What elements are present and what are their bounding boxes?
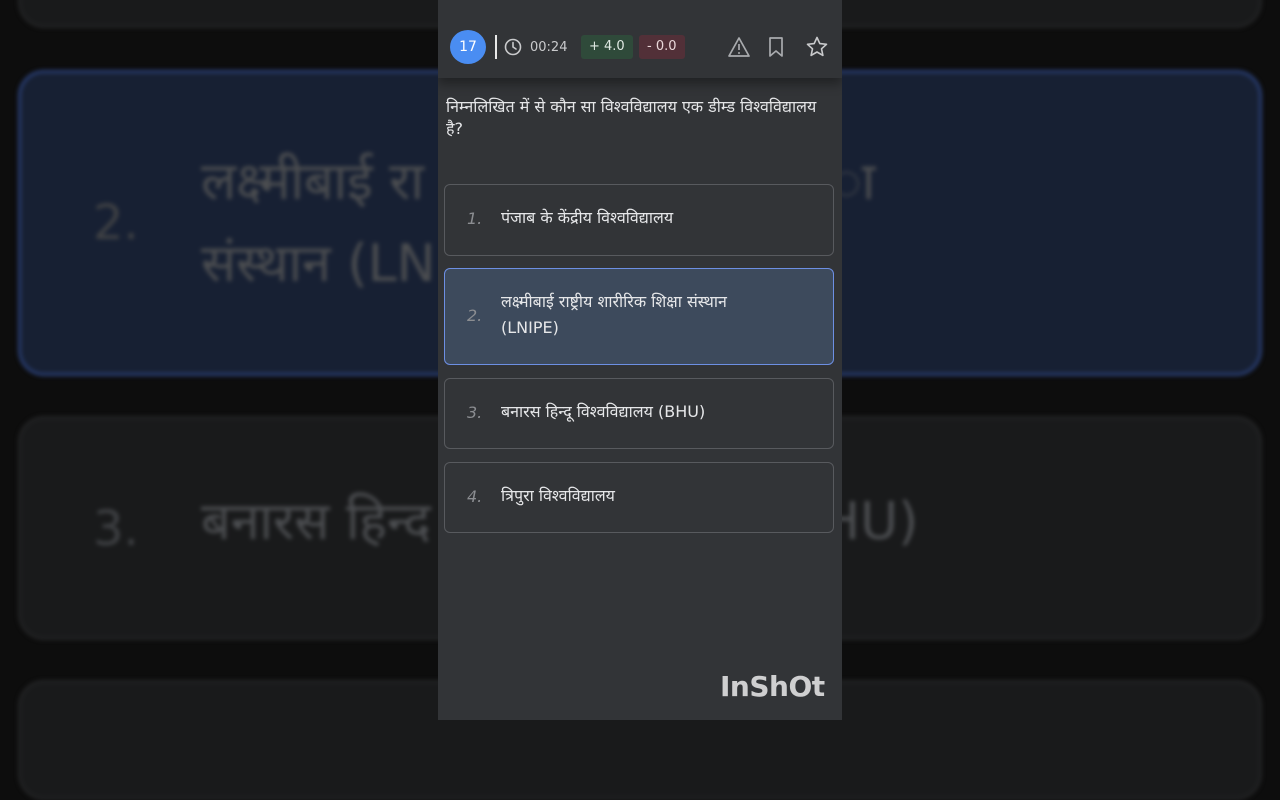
quiz-header: 17 00:24 + 4.0 - 0.0 bbox=[438, 0, 842, 78]
star-icon[interactable] bbox=[806, 36, 828, 58]
option-4[interactable]: 4. त्रिपुरा विश्वविद्यालय bbox=[444, 462, 834, 533]
option-text: लक्ष्मीबाई राष्ट्रीय शारीरिक शिक्षा संस्… bbox=[501, 292, 727, 337]
option-number: 2. bbox=[467, 306, 483, 325]
timer: 00:24 bbox=[530, 40, 568, 55]
negative-marks-badge: - 0.0 bbox=[639, 35, 685, 59]
background-option-number: 2. bbox=[93, 195, 139, 251]
option-3[interactable]: 3. बनारस हिन्दू विश्वविद्यालय (BHU) bbox=[444, 378, 834, 449]
option-number: 4. bbox=[467, 487, 483, 506]
inshot-watermark: InShOt bbox=[720, 670, 825, 703]
option-number: 1. bbox=[467, 209, 483, 228]
report-warning-icon[interactable] bbox=[728, 36, 750, 58]
header-divider bbox=[495, 35, 497, 59]
option-text: पंजाब के केंद्रीय विश्वविद्यालय bbox=[501, 208, 674, 227]
background-option-text: बनारस हिन्द bbox=[201, 492, 431, 552]
background-option-text: लक्ष्मीबाई रा bbox=[201, 152, 424, 212]
clock-icon bbox=[504, 38, 522, 56]
option-2-selected[interactable]: 2. लक्ष्मीबाई राष्ट्रीय शारीरिक शिक्षा स… bbox=[444, 268, 834, 365]
bookmark-icon[interactable] bbox=[765, 36, 787, 58]
question-number-badge[interactable]: 17 bbox=[450, 30, 486, 64]
option-text: त्रिपुरा विश्वविद्यालय bbox=[501, 486, 615, 505]
option-text: बनारस हिन्दू विश्वविद्यालय (BHU) bbox=[501, 402, 706, 421]
background-option-number: 3. bbox=[93, 501, 139, 557]
quiz-screen: 17 00:24 + 4.0 - 0.0 निम्नलिखित में से क… bbox=[438, 0, 842, 720]
positive-marks-badge: + 4.0 bbox=[581, 35, 633, 59]
option-1[interactable]: 1. पंजाब के केंद्रीय विश्वविद्यालय bbox=[444, 184, 834, 256]
option-number: 3. bbox=[467, 403, 483, 422]
background-option-text: संस्थान (LN bbox=[201, 234, 436, 294]
question-text: निम्नलिखित में से कौन सा विश्वविद्यालय ए… bbox=[446, 97, 817, 138]
